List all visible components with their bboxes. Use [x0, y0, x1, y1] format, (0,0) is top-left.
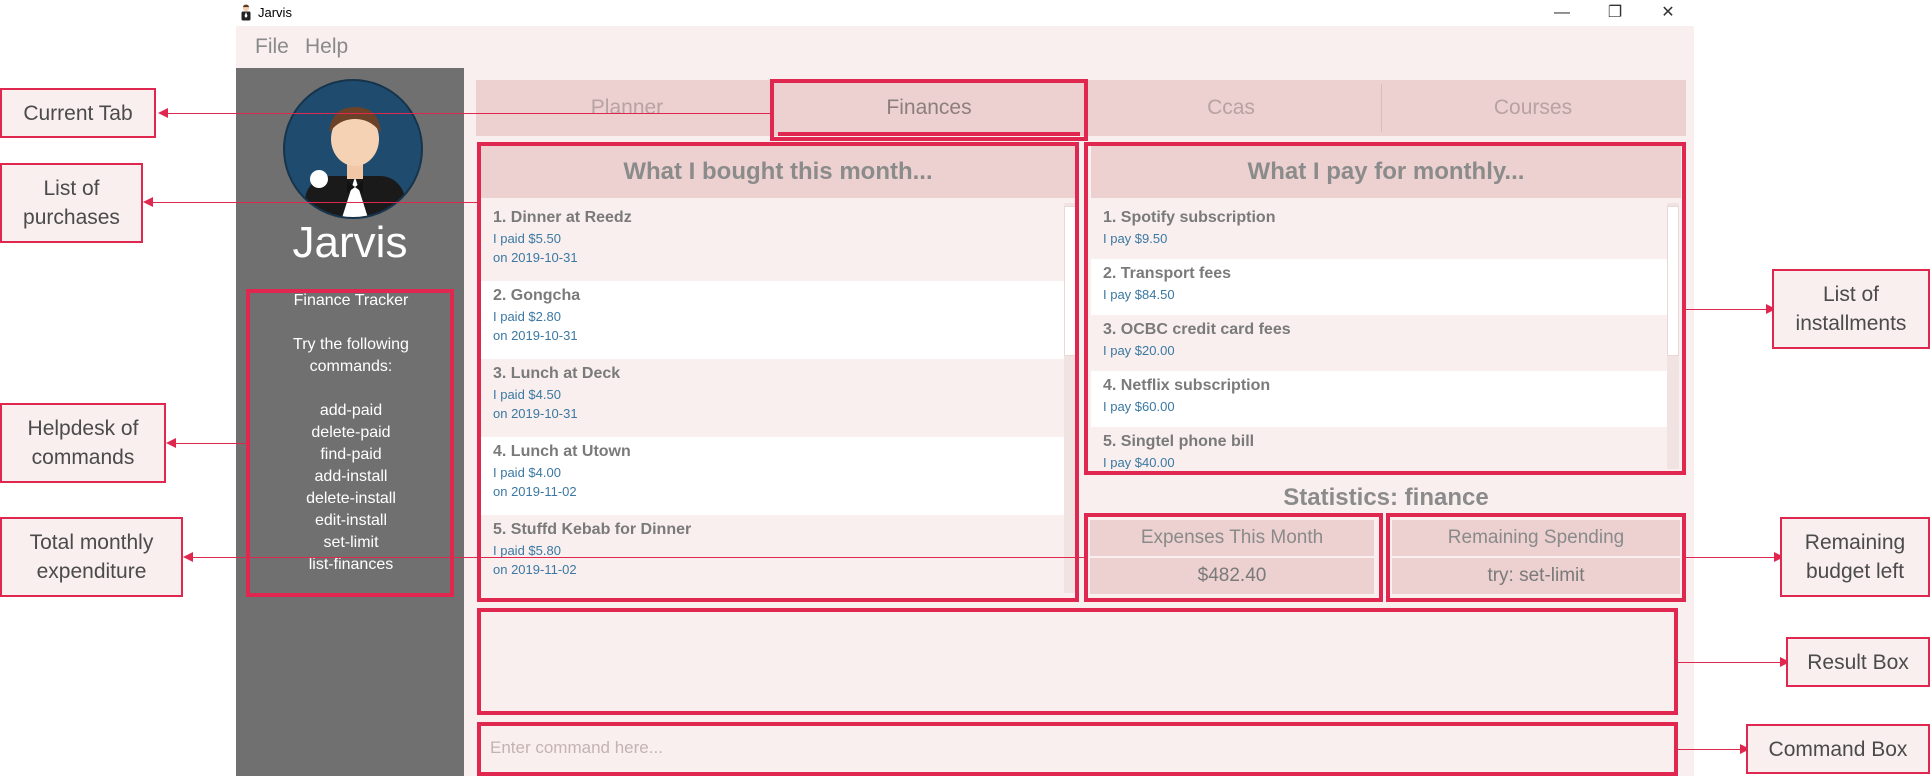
callout-command-box: Command Box [1746, 724, 1930, 774]
callout-current-tab: Current Tab [0, 88, 156, 138]
callout-result-box: Result Box [1786, 637, 1930, 687]
callout-helpdesk: Helpdesk of commands [0, 403, 166, 483]
callout-total-monthly-expenditure: Total monthly expenditure [0, 517, 183, 597]
callout-list-of-installments: List of installments [1772, 269, 1930, 349]
callout-remaining-budget: Remaining budget left [1780, 517, 1930, 597]
arrowheads [143, 108, 1790, 754]
callout-list-of-purchases: List of purchases [0, 163, 143, 243]
